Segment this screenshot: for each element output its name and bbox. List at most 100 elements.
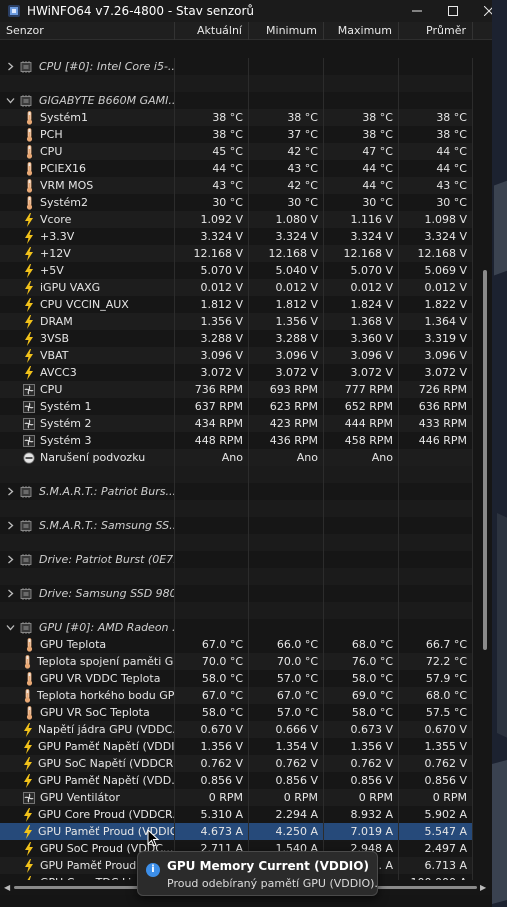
sensor-group-row[interactable]: S.M.A.R.T.: Samsung SS... bbox=[0, 517, 473, 534]
column-header-sensor[interactable]: Senzor bbox=[0, 22, 175, 40]
sensor-row[interactable]: CPU VCCIN_AUX 1.812 V 1.812 V 1.824 V 1.… bbox=[0, 296, 473, 313]
column-header-maximum[interactable]: Maximum bbox=[324, 22, 399, 40]
fan-icon bbox=[23, 434, 35, 448]
sensor-maximum-value: 0.012 V bbox=[350, 281, 393, 294]
sensor-maximum-value: 1.356 V bbox=[350, 740, 393, 753]
sensor-average-value: 38 °C bbox=[436, 128, 467, 141]
fan-icon bbox=[23, 417, 35, 431]
scroll-right-arrow-icon[interactable]: ▶ bbox=[480, 883, 486, 892]
sensor-row[interactable]: Systém 1 637 RPM 623 RPM 652 RPM 636 RPM bbox=[0, 398, 473, 415]
sensor-row[interactable]: PCIEX16 44 °C 43 °C 44 °C 44 °C bbox=[0, 160, 473, 177]
bolt-icon bbox=[23, 297, 35, 312]
thermometer-icon bbox=[23, 144, 35, 159]
sensor-row[interactable]: +5V 5.070 V 5.040 V 5.070 V 5.069 V bbox=[0, 262, 473, 279]
chip-icon bbox=[19, 519, 33, 532]
sensor-row[interactable]: Vcore 1.092 V 1.080 V 1.116 V 1.098 V bbox=[0, 211, 473, 228]
thermometer-icon bbox=[23, 110, 35, 125]
sensor-minimum-value: 0 RPM bbox=[283, 791, 318, 804]
sensor-row[interactable]: Systém 3 448 RPM 436 RPM 458 RPM 446 RPM bbox=[0, 432, 473, 449]
sensor-row[interactable]: DRAM 1.356 V 1.356 V 1.368 V 1.364 V bbox=[0, 313, 473, 330]
sensor-table: CPU [#0]: Intel Core i5-... GIGABYTE B66… bbox=[0, 58, 480, 891]
sensor-row[interactable]: CPU 736 RPM 693 RPM 777 RPM 726 RPM bbox=[0, 381, 473, 398]
sensor-row[interactable]: Napětí jádra GPU (VDDC... 0.670 V 0.666 … bbox=[0, 721, 473, 738]
sensor-row[interactable]: GPU Paměť Napětí (VDDIO) 1.356 V 1.354 V… bbox=[0, 738, 473, 755]
sensor-maximum-value: 1.368 V bbox=[350, 315, 393, 328]
sensor-row[interactable]: iGPU VAXG 0.012 V 0.012 V 0.012 V 0.012 … bbox=[0, 279, 473, 296]
sensor-average-value: 0.856 V bbox=[424, 774, 467, 787]
sensor-group-row[interactable]: S.M.A.R.T.: Patriot Burs... bbox=[0, 483, 473, 500]
sensor-minimum-value: 623 RPM bbox=[269, 400, 318, 413]
thermometer-icon bbox=[23, 127, 35, 142]
chevron-right-icon[interactable] bbox=[6, 487, 15, 496]
sensor-row[interactable]: GPU VR VDDC Teplota 58.0 °C 57.0 °C 58.0… bbox=[0, 670, 473, 687]
column-header-average[interactable]: Průměr bbox=[399, 22, 473, 40]
sensor-current-value: 0.762 V bbox=[200, 757, 243, 770]
sensor-maximum-value: 458 RPM bbox=[344, 434, 393, 447]
sensor-row[interactable]: VBAT 3.096 V 3.096 V 3.096 V 3.096 V bbox=[0, 347, 473, 364]
sensor-row[interactable]: +12V 12.168 V 12.168 V 12.168 V 12.168 V bbox=[0, 245, 473, 262]
sensor-average-value: 433 RPM bbox=[418, 417, 467, 430]
thermometer-icon bbox=[23, 178, 35, 193]
sensor-average-value: 38 °C bbox=[436, 111, 467, 124]
chevron-down-icon[interactable] bbox=[6, 623, 15, 632]
info-icon: i bbox=[146, 863, 160, 877]
sensor-group-row[interactable]: CPU [#0]: Intel Core i5-... bbox=[0, 58, 473, 75]
sensor-average-value: 1.098 V bbox=[424, 213, 467, 226]
sensor-row[interactable]: Systém 2 434 RPM 423 RPM 444 RPM 433 RPM bbox=[0, 415, 473, 432]
sensor-row[interactable]: Systém1 38 °C 38 °C 38 °C 38 °C bbox=[0, 109, 473, 126]
sensor-name: iGPU VAXG bbox=[40, 281, 101, 294]
vertical-scrollbar-thumb[interactable] bbox=[483, 270, 487, 650]
sensor-minimum-value: 3.324 V bbox=[275, 230, 318, 243]
minimize-button[interactable] bbox=[399, 0, 435, 22]
column-header-minimum[interactable]: Minimum bbox=[249, 22, 324, 40]
sensor-current-value: 448 RPM bbox=[194, 434, 243, 447]
sensor-row[interactable]: CPU 45 °C 42 °C 47 °C 44 °C bbox=[0, 143, 473, 160]
sensor-minimum-value: 1.354 V bbox=[275, 740, 318, 753]
maximize-button[interactable] bbox=[435, 0, 471, 22]
sensor-row[interactable]: GPU Paměť Proud (VDDIO) 4.673 A 4.250 A … bbox=[0, 823, 473, 840]
sensor-minimum-value: 423 RPM bbox=[269, 417, 318, 430]
sensor-row[interactable]: PCH 38 °C 37 °C 38 °C 38 °C bbox=[0, 126, 473, 143]
sensor-group-row[interactable]: GIGABYTE B660M GAMI... bbox=[0, 92, 473, 109]
sensor-row[interactable]: Systém2 30 °C 30 °C 30 °C 30 °C bbox=[0, 194, 473, 211]
sensor-name: CPU VCCIN_AUX bbox=[40, 298, 129, 311]
sensor-row[interactable]: Teplota horkého bodu GPU 67.0 °C 67.0 °C… bbox=[0, 687, 473, 704]
sensor-row[interactable]: GPU VR SoC Teplota 58.0 °C 57.0 °C 58.0 … bbox=[0, 704, 473, 721]
sensor-maximum-value: 69.0 °C bbox=[351, 689, 393, 702]
sensor-maximum-value: 0.762 V bbox=[350, 757, 393, 770]
chevron-right-icon[interactable] bbox=[6, 62, 15, 71]
sensor-row[interactable]: GPU Ventilátor 0 RPM 0 RPM 0 RPM 0 RPM bbox=[0, 789, 473, 806]
sensor-group-row[interactable]: Drive: Samsung SSD 980... bbox=[0, 585, 473, 602]
sensor-group-row[interactable]: GPU [#0]: AMD Radeon ... bbox=[0, 619, 473, 636]
chevron-right-icon[interactable] bbox=[6, 555, 15, 564]
sensor-average-value: 1.355 V bbox=[424, 740, 467, 753]
bolt-icon bbox=[23, 246, 35, 261]
sensor-current-value: 0.670 V bbox=[200, 723, 243, 736]
sensor-row[interactable]: Narušení podvozku Ano Ano Ano bbox=[0, 449, 473, 466]
sensor-name: Vcore bbox=[40, 213, 72, 226]
sensor-current-value: 12.168 V bbox=[193, 247, 243, 260]
column-header-current[interactable]: Aktuální bbox=[175, 22, 249, 40]
sensor-row[interactable]: Teplota spojení paměti GPU 70.0 °C 70.0 … bbox=[0, 653, 473, 670]
thermometer-icon bbox=[23, 195, 35, 210]
bolt-icon bbox=[23, 212, 35, 227]
sensor-name: DRAM bbox=[40, 315, 73, 328]
sensor-group-row[interactable]: Drive: Patriot Burst (0E7... bbox=[0, 551, 473, 568]
sensor-row[interactable]: AVCC3 3.072 V 3.072 V 3.072 V 3.072 V bbox=[0, 364, 473, 381]
chevron-right-icon[interactable] bbox=[6, 589, 15, 598]
sensor-row[interactable]: GPU Teplota 67.0 °C 66.0 °C 68.0 °C 66.7… bbox=[0, 636, 473, 653]
chevron-right-icon[interactable] bbox=[6, 521, 15, 530]
chevron-down-icon[interactable] bbox=[6, 96, 15, 105]
sensor-row[interactable]: +3.3V 3.324 V 3.324 V 3.324 V 3.324 V bbox=[0, 228, 473, 245]
sensor-current-value: 67.0 °C bbox=[201, 689, 243, 702]
sensor-row[interactable]: GPU Paměť Napětí (VDD... 0.856 V 0.856 V… bbox=[0, 772, 473, 789]
sensor-average-value: 72.2 °C bbox=[425, 655, 467, 668]
sensor-row[interactable]: VRM MOS 43 °C 42 °C 44 °C 43 °C bbox=[0, 177, 473, 194]
sensor-row[interactable]: 3VSB 3.288 V 3.288 V 3.360 V 3.319 V bbox=[0, 330, 473, 347]
sensor-row[interactable]: GPU Core Proud (VDDCR... 5.310 A 2.294 A… bbox=[0, 806, 473, 823]
sensor-row[interactable]: GPU SoC Napětí (VDDCR... 0.762 V 0.762 V… bbox=[0, 755, 473, 772]
chip-icon bbox=[19, 621, 33, 634]
vertical-scrollbar[interactable] bbox=[480, 40, 492, 895]
scroll-left-arrow-icon[interactable]: ◀ bbox=[4, 883, 10, 892]
sensor-name: CPU bbox=[40, 383, 63, 396]
